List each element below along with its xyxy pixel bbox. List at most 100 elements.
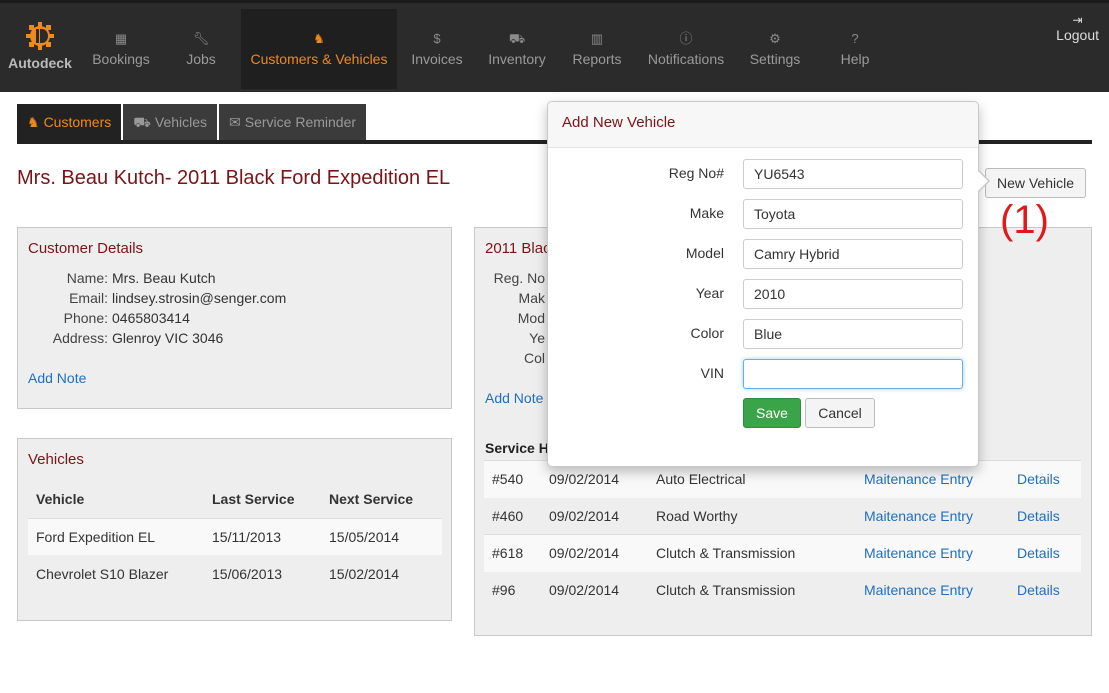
logout-button[interactable]: ⇥ Logout <box>1056 13 1099 43</box>
nav-help[interactable]: ? Help <box>832 9 878 89</box>
nav-jobs[interactable]: 🔧︎ Jobs <box>170 9 232 89</box>
make-row: Make <box>548 199 980 229</box>
add-vehicle-popover: Add New Vehicle Reg No# Make Model Year … <box>547 101 990 467</box>
customer-name: Mrs. Beau Kutch <box>112 270 216 286</box>
col-vehicle: Vehicle <box>36 491 85 508</box>
year-label: Year <box>695 285 724 301</box>
nav-reports[interactable]: ▥ Reports <box>565 9 629 89</box>
users-icon: ♞ <box>313 31 325 46</box>
customer-details-panel: Customer Details Name: Mrs. Beau Kutch Em… <box>17 227 452 409</box>
vin-row: VIN <box>548 359 980 389</box>
table-row[interactable]: Ford Expedition EL 15/11/2013 15/05/2014 <box>28 517 442 555</box>
nav-bookings-label: Bookings <box>92 51 150 67</box>
cell: Chevrolet S10 Blazer <box>36 565 169 582</box>
tab-vehicles[interactable]: ⛟ Vehicles <box>123 104 218 140</box>
make-label: Make <box>689 205 724 221</box>
nav-inventory[interactable]: ⛟ Inventory <box>482 9 552 89</box>
model-input[interactable] <box>743 239 963 269</box>
cell: 15/02/2014 <box>329 565 400 582</box>
table-row[interactable]: #618 09/02/2014 Clutch & Transmission Ma… <box>484 534 1081 572</box>
details-link[interactable]: Details <box>1009 460 1081 498</box>
cell: Road Worthy <box>656 507 738 524</box>
model-row: Model <box>548 239 980 269</box>
save-button[interactable]: Save <box>743 398 801 428</box>
cell: Clutch & Transmission <box>656 582 796 598</box>
cancel-button[interactable]: Cancel <box>805 398 875 428</box>
users-icon: ♞ <box>27 114 40 130</box>
details-link[interactable]: Details <box>1009 572 1081 609</box>
tab-service-reminder[interactable]: ✉ Service Reminder <box>219 104 367 140</box>
vehicles-panel: Vehicles Vehicle Last Service Next Servi… <box>17 438 452 621</box>
cell: 15/06/2013 <box>212 565 283 582</box>
new-vehicle-button[interactable]: New Vehicle <box>985 168 1086 198</box>
customer-address: Glenroy VIC 3046 <box>112 330 224 346</box>
nav-bookings[interactable]: ▦ Bookings <box>84 9 158 89</box>
truck-icon: ⛟ <box>508 31 526 46</box>
wrench-icon: 🔧︎ <box>192 31 210 46</box>
model-label: Mod <box>517 310 545 326</box>
cell: Clutch & Transmission <box>648 534 856 572</box>
nav-customers-vehicles-label: Customers & Vehicles <box>250 51 388 67</box>
tab-service-reminder-label: Service Reminder <box>244 114 357 130</box>
vehicles-title: Vehicles <box>28 451 84 468</box>
details-link[interactable]: Details <box>1009 534 1081 572</box>
year-label: Ye <box>529 330 545 346</box>
reg-no-label: Reg No# <box>668 165 724 181</box>
nav-reports-label: Reports <box>572 51 622 67</box>
autodeck-logo-icon <box>26 22 54 50</box>
nav-settings[interactable]: ⚙ Settings <box>742 9 808 89</box>
customer-email: lindsey.strosin@senger.com <box>112 290 287 306</box>
table-row[interactable]: Chevrolet S10 Blazer 15/06/2013 15/02/20… <box>28 555 442 592</box>
make-label: Mak <box>518 290 545 306</box>
reg-no-row: Reg No# <box>548 159 980 189</box>
address-label: Address: <box>52 330 108 346</box>
cell: Ford Expedition EL <box>28 517 204 555</box>
customer-name-row: Name: Mrs. Beau Kutch <box>18 270 438 286</box>
col-next-service: Next Service <box>329 491 414 508</box>
top-navbar: Autodeck ▦ Bookings 🔧︎ Jobs ♞ Customers … <box>0 0 1109 92</box>
reg-no-label: Reg. No <box>493 270 545 286</box>
details-link[interactable]: Details <box>1009 498 1081 535</box>
nav-inventory-label: Inventory <box>488 51 546 67</box>
color-input[interactable] <box>743 319 963 349</box>
cell: 15/11/2013 <box>204 517 321 555</box>
vehicles-table: Vehicle Last Service Next Service Ford E… <box>28 481 442 592</box>
chart-icon: ▥ <box>590 31 604 46</box>
customer-address-row: Address: Glenroy VIC 3046 <box>18 330 438 346</box>
year-input[interactable] <box>743 279 963 309</box>
maintenance-entry-link[interactable]: Maitenance Entry <box>856 534 1009 572</box>
maintenance-entry-link[interactable]: Maitenance Entry <box>856 498 1009 535</box>
cell: #540 <box>484 460 541 498</box>
nav-invoices-label: Invoices <box>411 51 463 67</box>
tab-customers[interactable]: ♞ Customers <box>17 104 122 140</box>
nav-customers-vehicles[interactable]: ♞ Customers & Vehicles <box>241 9 397 89</box>
envelope-icon: ✉ <box>229 114 241 130</box>
table-row[interactable]: #96 09/02/2014 Clutch & Transmission Mai… <box>484 572 1081 609</box>
brand[interactable]: Autodeck <box>4 21 76 71</box>
customer-phone: 0465803414 <box>112 310 190 326</box>
service-history-table: #540 09/02/2014 Auto Electrical Maitenan… <box>484 460 1081 609</box>
table-row[interactable]: #460 09/02/2014 Road Worthy Maitenance E… <box>484 498 1081 535</box>
nav-notifications[interactable]: ⓘ Notifications <box>641 9 731 89</box>
info-icon: ⓘ <box>679 31 693 46</box>
email-label: Email: <box>69 290 108 306</box>
popover-title: Add New Vehicle <box>548 102 978 148</box>
add-note-link[interactable]: Add Note <box>485 390 543 406</box>
nav-help-label: Help <box>840 51 870 67</box>
name-label: Name: <box>66 270 108 286</box>
reg-no-input[interactable] <box>743 159 963 189</box>
make-input[interactable] <box>743 199 963 229</box>
vin-input[interactable] <box>743 359 963 389</box>
cell: 09/02/2014 <box>549 582 620 598</box>
cell: 15/05/2014 <box>321 517 442 555</box>
tab-customers-label: Customers <box>43 114 112 130</box>
customer-details-title: Customer Details <box>28 240 144 257</box>
brand-name: Autodeck <box>8 55 72 71</box>
tab-vehicles-label: Vehicles <box>154 114 208 130</box>
maintenance-entry-link[interactable]: Maitenance Entry <box>856 572 1009 609</box>
dollar-icon: $ <box>433 31 441 46</box>
sub-tabs: ♞ Customers ⛟ Vehicles ✉ Service Reminder <box>17 104 368 140</box>
nav-invoices[interactable]: $ Invoices <box>404 9 470 89</box>
add-note-link[interactable]: Add Note <box>28 370 86 386</box>
page-title: Mrs. Beau Kutch- 2011 Black Ford Expedit… <box>17 167 451 189</box>
